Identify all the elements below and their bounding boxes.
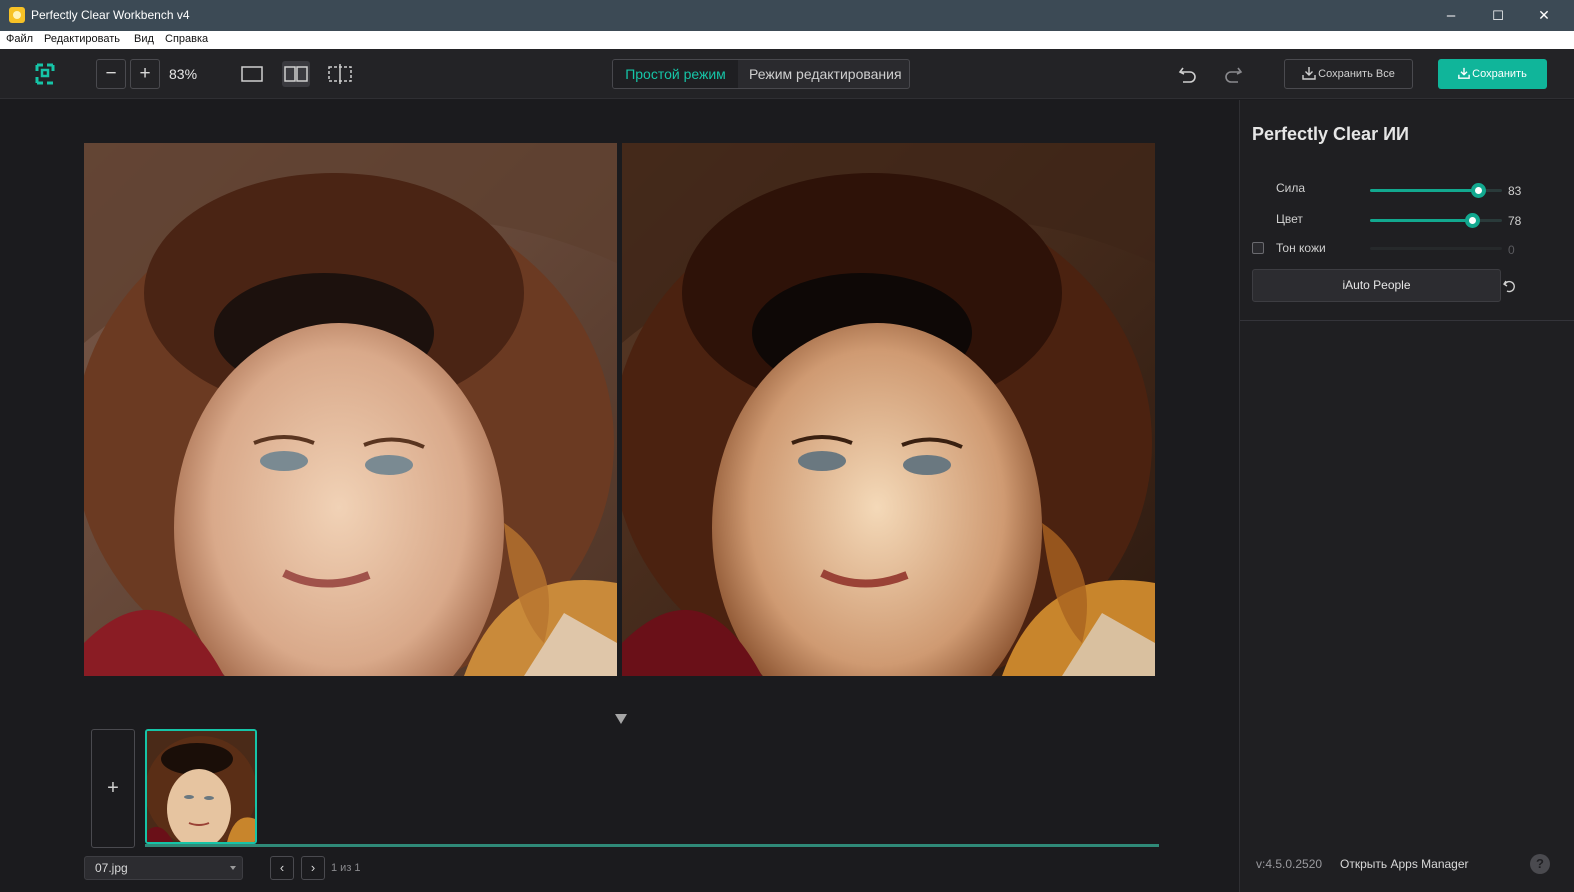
image-canvas[interactable]: + 07.jpg ‹ › 1 из 1: [0, 100, 1239, 892]
adjustments-panel: Perfectly Clear ИИ Сила 83 Цвет 78 Тон к…: [1239, 100, 1574, 892]
window-title: Perfectly Clear Workbench v4: [31, 8, 190, 22]
tab-simple-mode[interactable]: Простой режим: [613, 60, 738, 88]
slider-strength[interactable]: [1370, 183, 1502, 198]
slider-skin-tone-label: Тон кожи: [1276, 241, 1326, 255]
single-view-icon: [241, 66, 263, 82]
save-label: Сохранить: [1472, 68, 1527, 80]
file-name: 07.jpg: [95, 861, 128, 875]
menu-file[interactable]: Файл: [6, 33, 33, 45]
title-bar: Perfectly Clear Workbench v4 – ☐ ✕: [0, 0, 1574, 31]
side-by-side-view-button[interactable]: [282, 61, 310, 87]
download-icon: [1458, 67, 1470, 79]
slider-color[interactable]: [1370, 213, 1502, 228]
slider-strength-handle[interactable]: [1471, 183, 1486, 198]
slider-strength-fill: [1370, 189, 1478, 192]
slider-skin-tone: [1370, 247, 1502, 250]
save-button[interactable]: Сохранить: [1438, 59, 1547, 89]
save-all-label: Сохранить Все: [1318, 68, 1395, 80]
slider-color-label: Цвет: [1276, 212, 1303, 226]
zoom-level: 83%: [169, 66, 198, 82]
menu-edit[interactable]: Редактировать: [44, 33, 120, 45]
slider-color-value: 78: [1508, 214, 1522, 228]
preset-button[interactable]: iAuto People: [1252, 269, 1501, 302]
split-view-icon: [328, 64, 352, 84]
minimize-button[interactable]: –: [1428, 0, 1474, 31]
add-image-button[interactable]: +: [91, 729, 135, 848]
chevron-down-icon: [230, 866, 236, 870]
app-icon: [9, 7, 25, 23]
slider-color-handle[interactable]: [1465, 213, 1480, 228]
open-apps-manager-link[interactable]: Открыть Apps Manager: [1340, 857, 1469, 871]
slider-strength-label: Сила: [1276, 181, 1306, 195]
side-by-side-view-icon: [284, 66, 308, 82]
mode-switch: Простой режим Режим редактирования: [612, 59, 910, 89]
maximize-button[interactable]: ☐: [1475, 0, 1521, 31]
before-image: [84, 143, 617, 676]
tab-edit-mode[interactable]: Режим редактирования: [739, 60, 909, 88]
next-image-button[interactable]: ›: [301, 856, 325, 880]
zoom-in-button[interactable]: +: [130, 59, 160, 89]
slider-color-fill: [1370, 219, 1472, 222]
single-view-button[interactable]: [238, 61, 266, 87]
file-select[interactable]: 07.jpg: [84, 856, 243, 880]
skin-tone-checkbox[interactable]: [1252, 242, 1264, 254]
menu-help[interactable]: Справка: [165, 33, 208, 45]
page-counter: 1 из 1: [331, 862, 361, 874]
filmstrip-progress: [145, 844, 1159, 847]
download-icon: [1302, 66, 1316, 80]
menu-view[interactable]: Вид: [134, 33, 154, 45]
thumbnail[interactable]: [145, 729, 257, 844]
help-icon[interactable]: ?: [1530, 854, 1550, 874]
slider-skin-tone-value: 0: [1508, 243, 1515, 257]
panel-divider: [1240, 320, 1574, 321]
split-view-button[interactable]: [326, 61, 354, 87]
reset-icon[interactable]: [1502, 278, 1518, 294]
close-button[interactable]: ✕: [1521, 0, 1567, 31]
filmstrip-toggle-icon[interactable]: [615, 714, 627, 724]
slider-strength-value: 83: [1508, 184, 1522, 198]
logo-icon[interactable]: [35, 63, 55, 85]
redo-icon[interactable]: [1222, 63, 1244, 85]
save-all-button[interactable]: Сохранить Все: [1284, 59, 1413, 89]
undo-icon[interactable]: [1177, 63, 1199, 85]
panel-title: Perfectly Clear ИИ: [1252, 124, 1409, 144]
prev-image-button[interactable]: ‹: [270, 856, 294, 880]
zoom-out-button[interactable]: −: [96, 59, 126, 89]
toolbar: − + 83% Простой режим Режим редактирован…: [0, 49, 1574, 99]
after-image: [622, 143, 1155, 676]
menu-bar: Файл Редактировать Вид Справка: [0, 31, 1574, 49]
version-label: v:4.5.0.2520: [1256, 857, 1323, 871]
